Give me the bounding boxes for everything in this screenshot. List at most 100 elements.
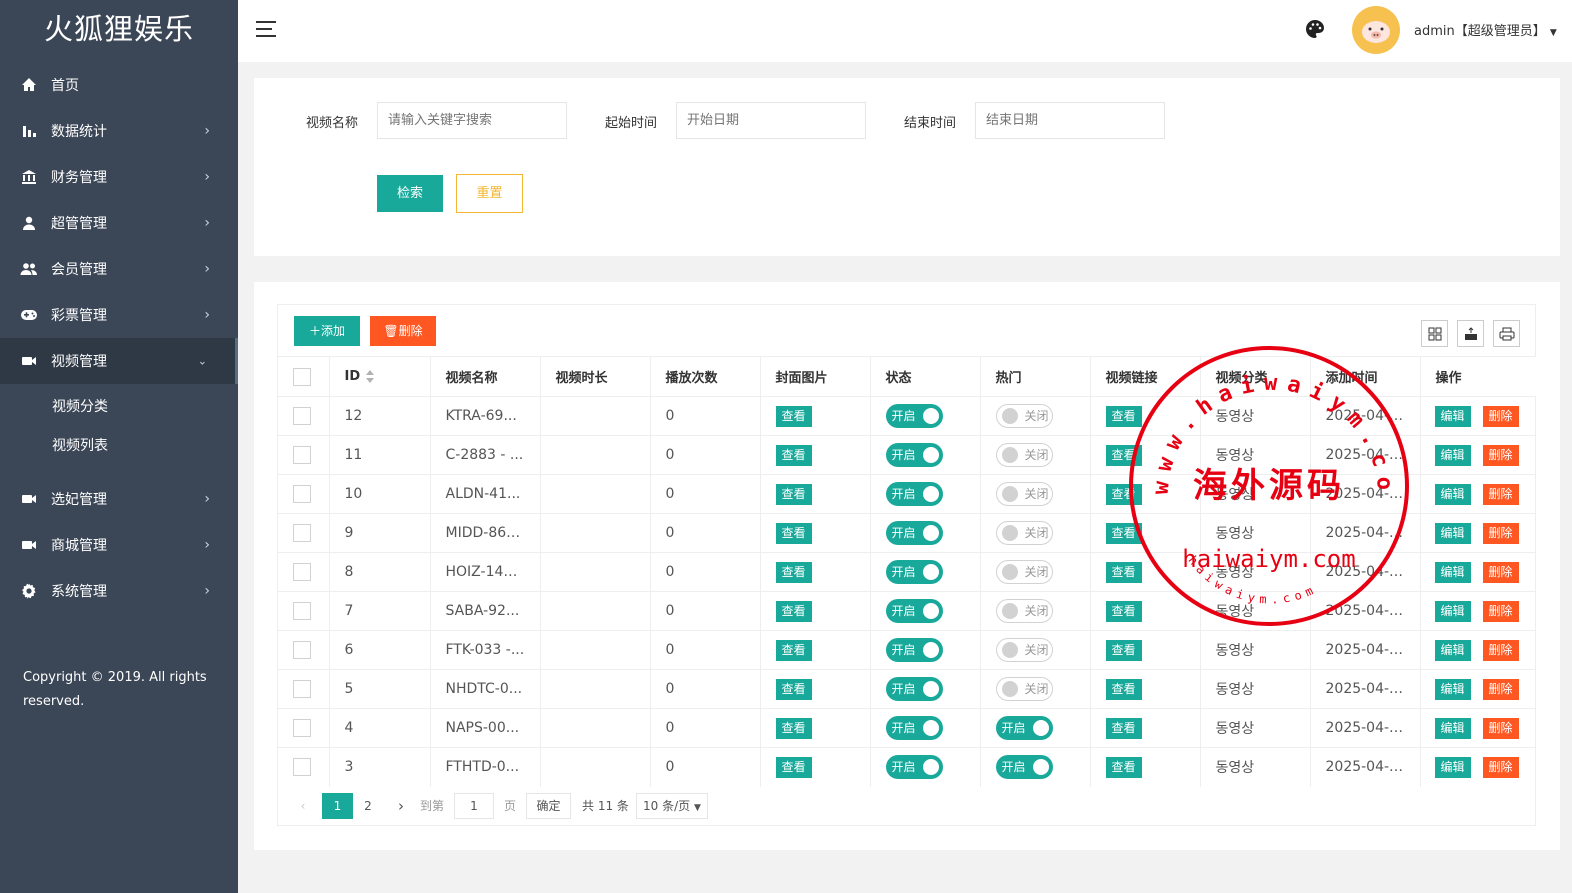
row-checkbox[interactable] <box>293 524 311 542</box>
hot-toggle[interactable]: 关闭 <box>995 443 1053 467</box>
view-link-button[interactable]: 查看 <box>1105 483 1142 505</box>
status-toggle[interactable]: 开启 <box>885 677 943 701</box>
hot-toggle[interactable]: 关闭 <box>995 599 1053 623</box>
hot-toggle[interactable]: 关闭 <box>995 560 1053 584</box>
search-button[interactable]: 检索 <box>377 175 443 212</box>
view-link-button[interactable]: 查看 <box>1105 717 1142 739</box>
status-toggle[interactable]: 开启 <box>885 560 943 584</box>
avatar[interactable] <box>1352 6 1400 54</box>
delete-row-button[interactable]: 删除 <box>1482 717 1519 739</box>
sidebar-subitem-0[interactable]: 视频分类 <box>0 388 238 427</box>
status-toggle[interactable]: 开启 <box>885 521 943 545</box>
sidebar-item-5[interactable]: 彩票管理 › <box>0 292 238 338</box>
hot-toggle[interactable]: 开启 <box>995 716 1053 740</box>
view-link-button[interactable]: 查看 <box>1105 444 1142 466</box>
hot-toggle[interactable]: 关闭 <box>995 677 1053 701</box>
status-toggle[interactable]: 开启 <box>885 755 943 780</box>
sidebar-item-6[interactable]: 视频管理 ⌄ <box>0 338 238 384</box>
view-link-button[interactable]: 查看 <box>1105 756 1142 778</box>
row-checkbox[interactable] <box>293 563 311 581</box>
edit-button[interactable]: 编辑 <box>1434 756 1471 778</box>
user-menu[interactable]: admin【超级管理员】 ▼ <box>1414 20 1557 39</box>
status-toggle[interactable]: 开启 <box>885 599 943 623</box>
view-cover-button[interactable]: 查看 <box>775 483 812 505</box>
hot-toggle[interactable]: 关闭 <box>995 404 1053 428</box>
view-cover-button[interactable]: 查看 <box>775 678 812 700</box>
view-cover-button[interactable]: 查看 <box>775 717 812 739</box>
delete-row-button[interactable]: 删除 <box>1482 483 1519 505</box>
delete-row-button[interactable]: 删除 <box>1482 600 1519 622</box>
sidebar-item-8[interactable]: 商城管理 › <box>0 522 238 568</box>
delete-row-button[interactable]: 删除 <box>1482 756 1519 778</box>
page-number-input[interactable]: 1 <box>454 793 494 819</box>
view-link-button[interactable]: 查看 <box>1105 405 1142 427</box>
view-link-button[interactable]: 查看 <box>1105 678 1142 700</box>
status-toggle[interactable]: 开启 <box>885 482 943 506</box>
sidebar-item-0[interactable]: 首页 <box>0 62 238 108</box>
sort-icon[interactable] <box>366 369 375 384</box>
view-link-button[interactable]: 查看 <box>1105 522 1142 544</box>
row-checkbox[interactable] <box>293 602 311 620</box>
menu-toggle-icon[interactable] <box>256 21 276 37</box>
sidebar-subitem-1[interactable]: 视频列表 <box>0 427 238 466</box>
page-1[interactable]: 1 <box>322 793 353 819</box>
print-icon[interactable] <box>1493 320 1520 347</box>
view-cover-button[interactable]: 查看 <box>775 639 812 661</box>
delete-row-button[interactable]: 删除 <box>1482 522 1519 544</box>
prev-page-icon[interactable]: ‹ <box>296 793 310 819</box>
edit-button[interactable]: 编辑 <box>1434 639 1471 661</box>
view-link-button[interactable]: 查看 <box>1105 639 1142 661</box>
hot-toggle[interactable]: 关闭 <box>995 482 1053 506</box>
row-checkbox[interactable] <box>293 758 311 777</box>
end-date-input[interactable] <box>975 102 1165 139</box>
edit-button[interactable]: 编辑 <box>1434 483 1471 505</box>
edit-button[interactable]: 编辑 <box>1434 600 1471 622</box>
per-page-select[interactable]: 10 条/页 ▼ <box>636 793 708 819</box>
row-checkbox[interactable] <box>293 446 311 464</box>
row-checkbox[interactable] <box>293 680 311 698</box>
sidebar-item-9[interactable]: 系统管理 › <box>0 568 238 614</box>
hot-toggle[interactable]: 开启 <box>995 755 1053 780</box>
delete-button[interactable]: 🗑删除 <box>370 316 436 346</box>
reset-button[interactable]: 重置 <box>456 174 523 213</box>
edit-button[interactable]: 编辑 <box>1434 405 1471 427</box>
status-toggle[interactable]: 开启 <box>885 404 943 428</box>
view-link-button[interactable]: 查看 <box>1105 561 1142 583</box>
sidebar-item-2[interactable]: 财务管理 › <box>0 154 238 200</box>
delete-row-button[interactable]: 删除 <box>1482 561 1519 583</box>
view-cover-button[interactable]: 查看 <box>775 756 812 778</box>
sidebar-item-3[interactable]: 超管管理 › <box>0 200 238 246</box>
delete-row-button[interactable]: 删除 <box>1482 639 1519 661</box>
edit-button[interactable]: 编辑 <box>1434 522 1471 544</box>
edit-button[interactable]: 编辑 <box>1434 717 1471 739</box>
row-checkbox[interactable] <box>293 719 311 737</box>
status-toggle[interactable]: 开启 <box>885 716 943 740</box>
view-cover-button[interactable]: 查看 <box>775 522 812 544</box>
export-icon[interactable] <box>1457 320 1484 347</box>
sidebar-item-4[interactable]: 会员管理 › <box>0 246 238 292</box>
row-checkbox[interactable] <box>293 485 311 503</box>
edit-button[interactable]: 编辑 <box>1434 678 1471 700</box>
next-page-icon[interactable]: › <box>394 793 408 819</box>
view-link-button[interactable]: 查看 <box>1105 600 1142 622</box>
delete-row-button[interactable]: 删除 <box>1482 405 1519 427</box>
palette-icon[interactable] <box>1304 18 1326 40</box>
delete-row-button[interactable]: 删除 <box>1482 678 1519 700</box>
view-cover-button[interactable]: 查看 <box>775 405 812 427</box>
edit-button[interactable]: 编辑 <box>1434 444 1471 466</box>
delete-row-button[interactable]: 删除 <box>1482 444 1519 466</box>
select-all-checkbox[interactable] <box>293 367 311 386</box>
status-toggle[interactable]: 开启 <box>885 443 943 467</box>
sidebar-item-1[interactable]: 数据统计 › <box>0 108 238 154</box>
view-cover-button[interactable]: 查看 <box>775 561 812 583</box>
columns-icon[interactable] <box>1421 320 1448 347</box>
video-name-input[interactable] <box>377 102 567 139</box>
view-cover-button[interactable]: 查看 <box>775 600 812 622</box>
row-checkbox[interactable] <box>293 407 311 425</box>
status-toggle[interactable]: 开启 <box>885 638 943 662</box>
sidebar-item-7[interactable]: 选妃管理 › <box>0 476 238 522</box>
edit-button[interactable]: 编辑 <box>1434 561 1471 583</box>
start-date-input[interactable] <box>676 102 866 139</box>
page-2[interactable]: 2 <box>358 793 378 819</box>
add-button[interactable]: ＋添加 <box>294 316 360 346</box>
